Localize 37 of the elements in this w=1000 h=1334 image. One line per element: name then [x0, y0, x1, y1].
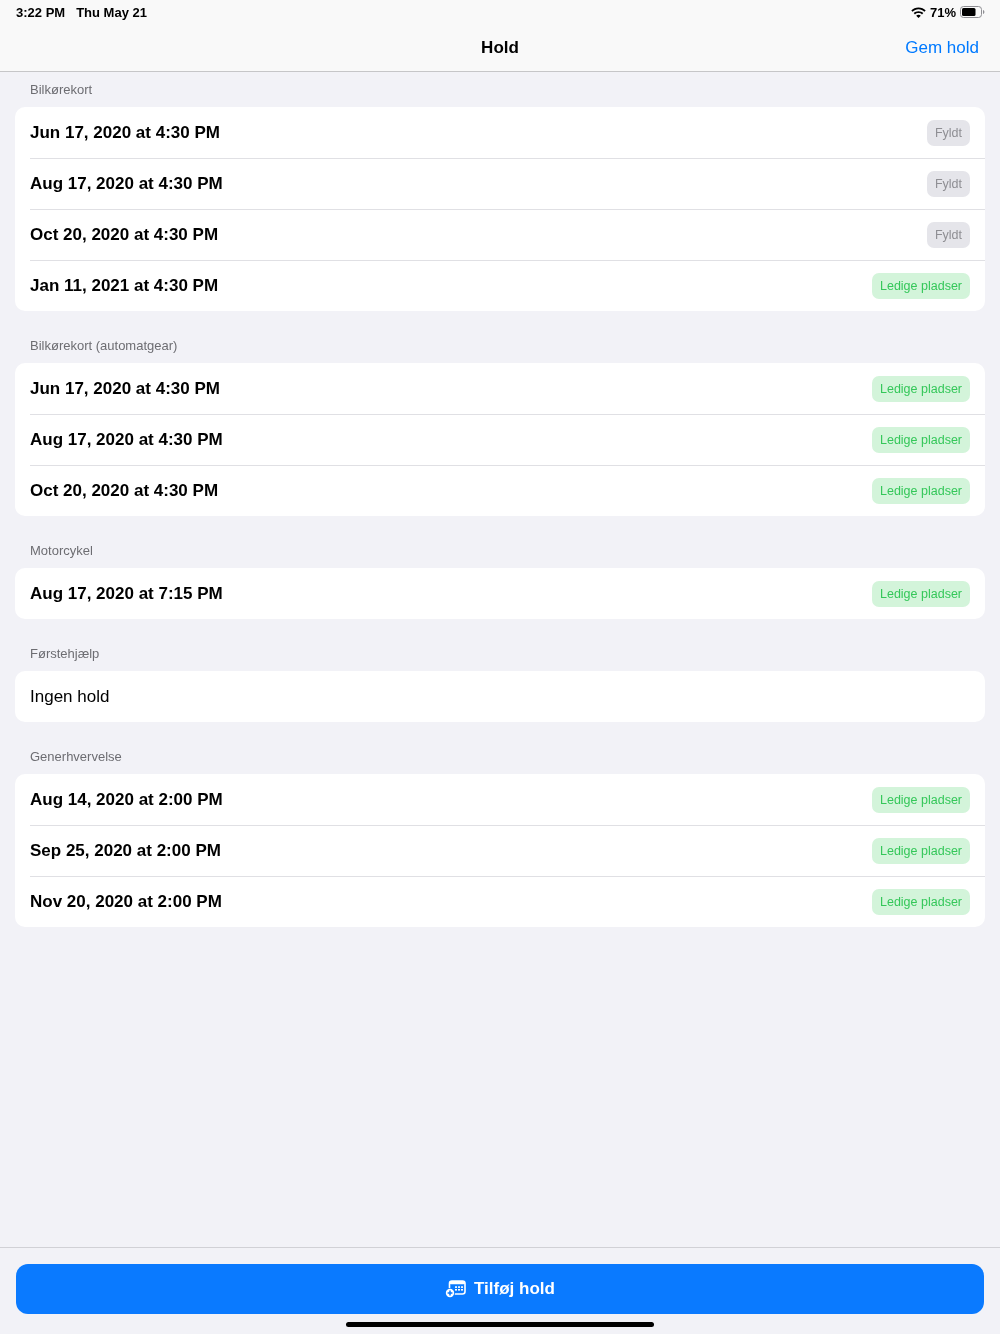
status-time: 3:22 PM [16, 4, 66, 20]
section-header: Generhvervelse [30, 749, 122, 764]
status-badge: Ledige pladser [872, 477, 970, 504]
status-badge: Fyldt [926, 170, 970, 197]
status-badge: Ledige pladser [872, 837, 970, 864]
status-badge: Ledige pladser [872, 786, 970, 813]
status-badge: Fyldt [926, 221, 970, 248]
session-date: Jun 17, 2020 at 4:30 PM [30, 378, 220, 399]
status-badge: Ledige pladser [872, 375, 970, 402]
session-date: Oct 20, 2020 at 4:30 PM [30, 224, 219, 245]
add-button[interactable]: Tilføj hold [16, 1264, 984, 1314]
section-header: Bilkørekort [30, 82, 93, 97]
section-header: Motorcykel [30, 543, 93, 558]
battery-icon [960, 6, 985, 18]
status-badge: Ledige pladser [872, 426, 970, 453]
session-date: Nov 20, 2020 at 2:00 PM [30, 891, 222, 912]
section-header: Bilkørekort (automatgear) [30, 338, 178, 353]
status-date: Thu May 21 [76, 4, 147, 20]
save-button[interactable]: Gem hold [905, 37, 979, 58]
status-badge: Fyldt [926, 119, 970, 146]
session-date: Sep 25, 2020 at 2:00 PM [30, 840, 221, 861]
empty-message: Ingen hold [30, 686, 110, 707]
session-date: Aug 14, 2020 at 2:00 PM [30, 789, 223, 810]
section-header: Førstehjælp [30, 646, 100, 661]
calendar-add-icon [445, 1280, 467, 1298]
session-date: Aug 17, 2020 at 4:30 PM [30, 173, 223, 194]
battery-percent: 71% [929, 4, 956, 20]
session-date: Jan 11, 2021 at 4:30 PM [30, 275, 219, 296]
screen-title: Hold [481, 37, 519, 58]
session-date: Aug 17, 2020 at 7:15 PM [30, 583, 223, 604]
status-badge: Ledige pladser [872, 272, 970, 299]
wifi-icon [910, 6, 926, 18]
status-badge: Ledige pladser [872, 580, 970, 607]
status-badge: Ledige pladser [872, 888, 970, 915]
session-date: Jun 17, 2020 at 4:30 PM [30, 122, 220, 143]
session-date: Aug 17, 2020 at 4:30 PM [30, 429, 223, 450]
session-date: Oct 20, 2020 at 4:30 PM [30, 480, 219, 501]
